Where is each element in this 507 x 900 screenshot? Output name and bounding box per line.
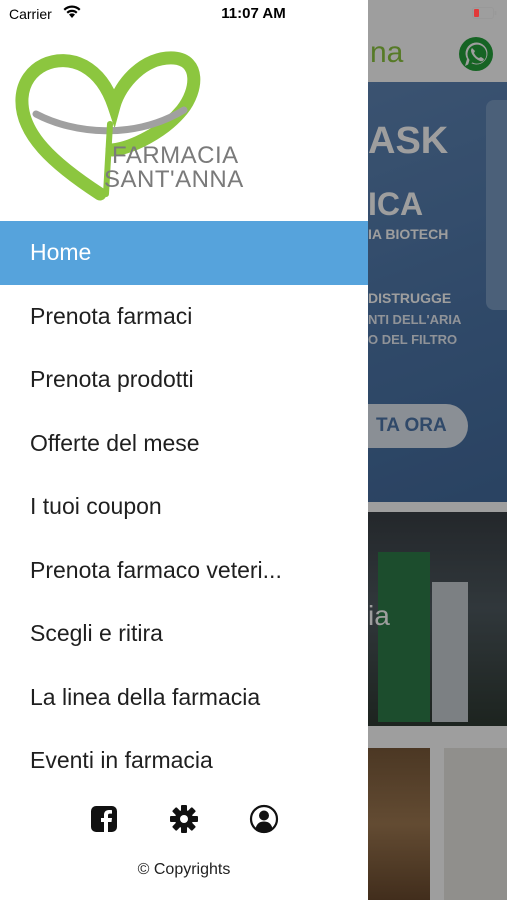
menu-item-home[interactable]: Home [0, 221, 368, 285]
menu-item-prenota-farmaci[interactable]: Prenota farmaci [0, 285, 368, 349]
drawer-menu: Home Prenota farmaci Prenota prodotti Of… [0, 221, 368, 793]
menu-item-offerte-del-mese[interactable]: Offerte del mese [0, 412, 368, 476]
drawer-scrim[interactable] [368, 0, 507, 900]
copyright-text: © Copyrights [137, 861, 231, 878]
menu-item-eventi-in-farmacia[interactable]: Eventi in farmacia [0, 729, 368, 793]
gear-icon[interactable] [169, 804, 199, 834]
status-time: 11:07 AM [221, 5, 286, 22]
user-profile-icon[interactable] [249, 804, 279, 834]
social-icons-row [0, 800, 368, 840]
logo-text-santanna: SANT'ANNA [104, 166, 244, 193]
side-drawer: FARMACIA SANT'ANNA Home Prenota farmaci … [0, 0, 368, 900]
battery-icon [472, 7, 497, 19]
menu-item-prenota-farmaco-veterinario[interactable]: Prenota farmaco veteri... [0, 539, 368, 603]
status-bar: Carrier 11:07 AM [0, 0, 507, 28]
menu-item-prenota-prodotti[interactable]: Prenota prodotti [0, 348, 368, 412]
menu-item-scegli-e-ritira[interactable]: Scegli e ritira [0, 602, 368, 666]
menu-item-i-tuoi-coupon[interactable]: I tuoi coupon [0, 475, 368, 539]
facebook-icon[interactable] [89, 804, 119, 834]
menu-item-linea-della-farmacia[interactable]: La linea della farmacia [0, 666, 368, 730]
